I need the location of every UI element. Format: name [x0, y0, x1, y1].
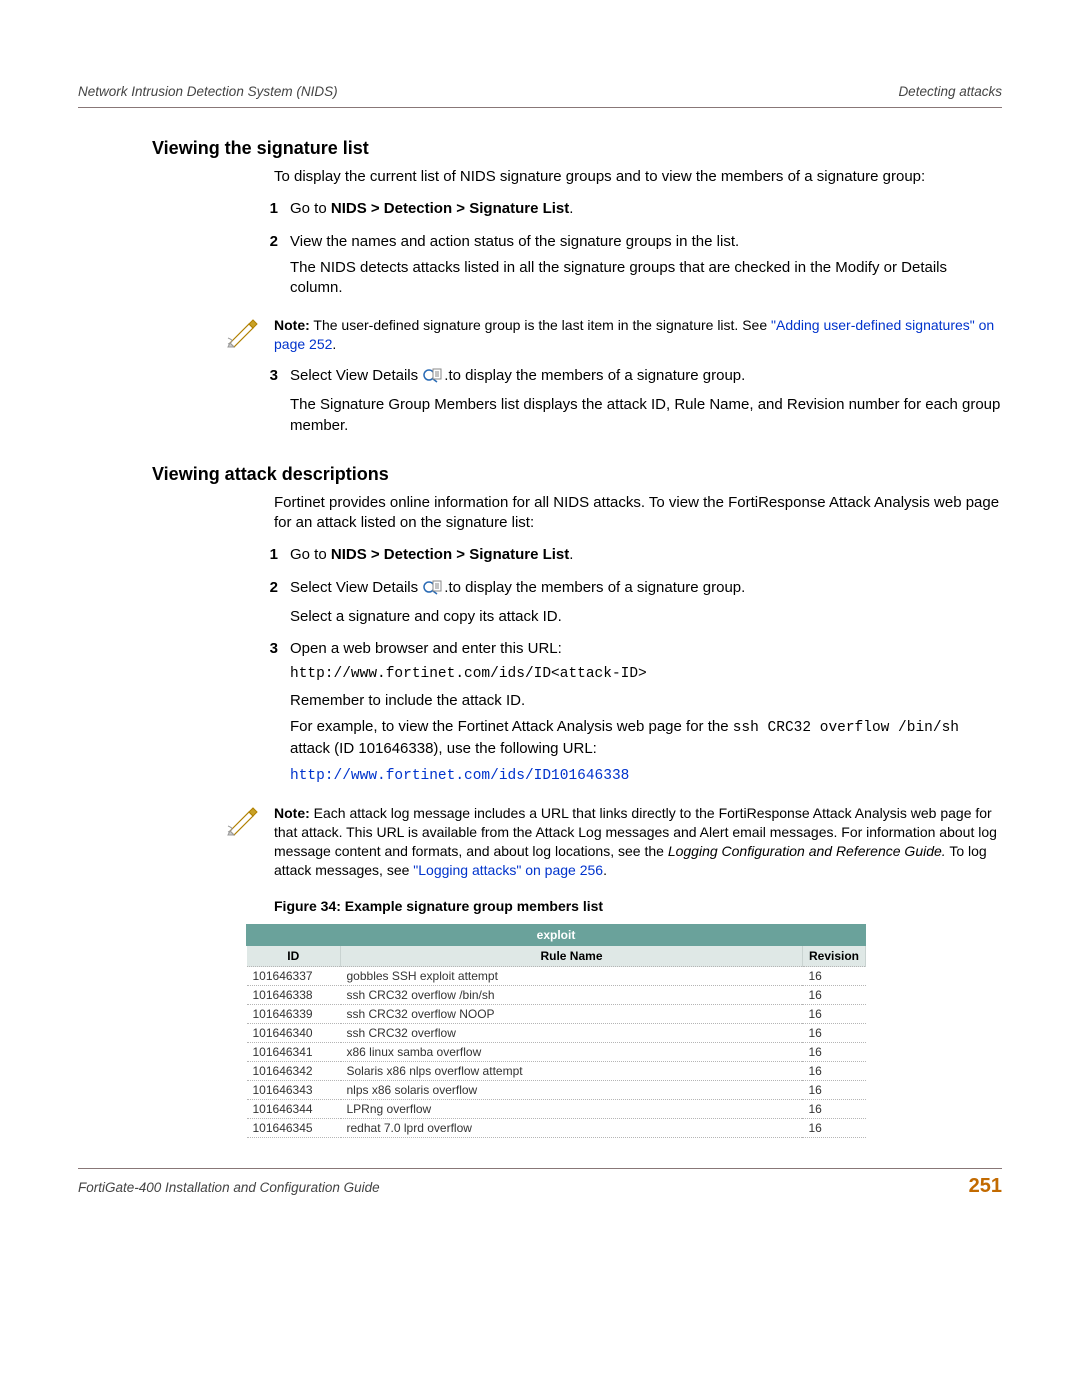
- step-text: Select a signature and copy its attack I…: [290, 607, 1002, 627]
- cell-id: 101646340: [247, 1024, 341, 1043]
- step-2-1: 1 Go to NIDS > Detection > Signature Lis…: [252, 545, 1002, 571]
- nav-path: NIDS > Detection > Signature List: [331, 546, 569, 563]
- cell-rev: 16: [802, 967, 865, 986]
- header-rule: [78, 107, 1002, 108]
- cell-id: 101646338: [247, 986, 341, 1005]
- step-text-tail: .: [569, 546, 573, 563]
- step-text: Remember to include the attack ID.: [290, 691, 1002, 711]
- cell-rule: ssh CRC32 overflow /bin/sh: [341, 986, 803, 1005]
- step-text: Select View Details: [290, 579, 422, 596]
- table-row: 101646344LPRng overflow16: [247, 1100, 866, 1119]
- note-tail: .: [603, 862, 607, 878]
- cell-rev: 16: [802, 1119, 865, 1138]
- step-1-2: 2 View the names and action status of th…: [252, 232, 1002, 305]
- step-text-tail: .to display the members of a signature g…: [444, 367, 745, 384]
- step-text: Go to: [290, 546, 331, 563]
- cell-rule: LPRng overflow: [341, 1100, 803, 1119]
- cell-id: 101646337: [247, 967, 341, 986]
- cell-rev: 16: [802, 1081, 865, 1100]
- step-text: attack (ID 101646338), use the following…: [290, 740, 597, 757]
- cell-rule: redhat 7.0 lprd overflow: [341, 1119, 803, 1138]
- note-body: The user-defined signature group is the …: [310, 317, 771, 333]
- cell-rule: x86 linux samba overflow: [341, 1043, 803, 1062]
- note-pencil-icon: [226, 316, 260, 352]
- note-label: Note:: [274, 317, 310, 333]
- table-row: 101646345redhat 7.0 lprd overflow16: [247, 1119, 866, 1138]
- step-num: 1: [252, 199, 290, 225]
- step-text: For example, to view the Fortinet Attack…: [290, 718, 733, 735]
- signature-table: exploit ID Rule Name Revision 101646337g…: [246, 924, 866, 1138]
- step-text: The Signature Group Members list display…: [290, 395, 1002, 436]
- step-num: 2: [252, 578, 290, 634]
- col-rev: Revision: [802, 946, 865, 967]
- footer-guide-title: FortiGate-400 Installation and Configura…: [78, 1180, 380, 1195]
- cell-rev: 16: [802, 1043, 865, 1062]
- cell-rule: nlps x86 solaris overflow: [341, 1081, 803, 1100]
- step-1-1: 1 Go to NIDS > Detection > Signature Lis…: [252, 199, 1002, 225]
- step-num: 1: [252, 545, 290, 571]
- section-1-title: Viewing the signature list: [152, 138, 1002, 159]
- cell-rule: gobbles SSH exploit attempt: [341, 967, 803, 986]
- table-row: 101646337gobbles SSH exploit attempt16: [247, 967, 866, 986]
- step-num: 3: [252, 639, 290, 792]
- table-row: 101646341x86 linux samba overflow16: [247, 1043, 866, 1062]
- view-details-icon: [423, 367, 443, 389]
- table-row: 101646343nlps x86 solaris overflow16: [247, 1081, 866, 1100]
- step-text: View the names and action status of the …: [290, 232, 1002, 252]
- cell-rev: 16: [802, 1024, 865, 1043]
- cell-rule: ssh CRC32 overflow NOOP: [341, 1005, 803, 1024]
- section-2-intro: Fortinet provides online information for…: [274, 493, 1002, 534]
- cell-id: 101646344: [247, 1100, 341, 1119]
- link-example-url[interactable]: http://www.fortinet.com/ids/ID101646338: [290, 768, 629, 784]
- note-block: Note: The user-defined signature group i…: [226, 316, 1002, 354]
- table-row: 101646342Solaris x86 nlps overflow attem…: [247, 1062, 866, 1081]
- note-pencil-icon: [226, 804, 260, 840]
- col-id: ID: [247, 946, 341, 967]
- step-text-tail: .to display the members of a signature g…: [444, 579, 745, 596]
- cell-id: 101646339: [247, 1005, 341, 1024]
- nav-path: NIDS > Detection > Signature List: [331, 200, 569, 217]
- link-logging-attacks[interactable]: "Logging attacks" on page 256: [413, 862, 603, 878]
- cell-id: 101646343: [247, 1081, 341, 1100]
- note-block: Note: Each attack log message includes a…: [226, 804, 1002, 880]
- page-number: 251: [969, 1175, 1002, 1198]
- cell-id: 101646345: [247, 1119, 341, 1138]
- step-num: 3: [252, 366, 290, 442]
- table-group-header: exploit: [247, 925, 866, 946]
- table-row: 101646340ssh CRC32 overflow16: [247, 1024, 866, 1043]
- section-1-intro: To display the current list of NIDS sign…: [274, 167, 1002, 187]
- url-template: http://www.fortinet.com/ids/ID<attack-ID…: [290, 665, 1002, 685]
- cell-rev: 16: [802, 986, 865, 1005]
- table-row: 101646338ssh CRC32 overflow /bin/sh16: [247, 986, 866, 1005]
- step-1-3: 3 Select View Details .to display the me…: [252, 366, 1002, 442]
- section-2-title: Viewing attack descriptions: [152, 464, 1002, 485]
- table-row: 101646339ssh CRC32 overflow NOOP16: [247, 1005, 866, 1024]
- step-text: Open a web browser and enter this URL:: [290, 639, 1002, 659]
- figure-caption: Figure 34: Example signature group membe…: [274, 898, 1002, 914]
- step-num: 2: [252, 232, 290, 305]
- view-details-icon: [423, 579, 443, 601]
- step-text-tail: .: [569, 200, 573, 217]
- step-text: The NIDS detects attacks listed in all t…: [290, 258, 1002, 299]
- cell-rule: Solaris x86 nlps overflow attempt: [341, 1062, 803, 1081]
- cell-rev: 16: [802, 1005, 865, 1024]
- step-2-2: 2 Select View Details .to display the me…: [252, 578, 1002, 634]
- cell-rev: 16: [802, 1062, 865, 1081]
- step-2-3: 3 Open a web browser and enter this URL:…: [252, 639, 1002, 792]
- cell-rule: ssh CRC32 overflow: [341, 1024, 803, 1043]
- header-left: Network Intrusion Detection System (NIDS…: [78, 84, 338, 99]
- guide-title-italic: Logging Configuration and Reference Guid…: [668, 843, 946, 859]
- step-text: Go to: [290, 200, 331, 217]
- header-right: Detecting attacks: [898, 84, 1002, 99]
- note-label: Note:: [274, 805, 310, 821]
- attack-name-mono: ssh CRC32 overflow /bin/sh: [733, 720, 959, 736]
- note-tail: .: [332, 336, 336, 352]
- cell-id: 101646341: [247, 1043, 341, 1062]
- cell-rev: 16: [802, 1100, 865, 1119]
- cell-id: 101646342: [247, 1062, 341, 1081]
- step-text: Select View Details: [290, 367, 422, 384]
- col-rule: Rule Name: [341, 946, 803, 967]
